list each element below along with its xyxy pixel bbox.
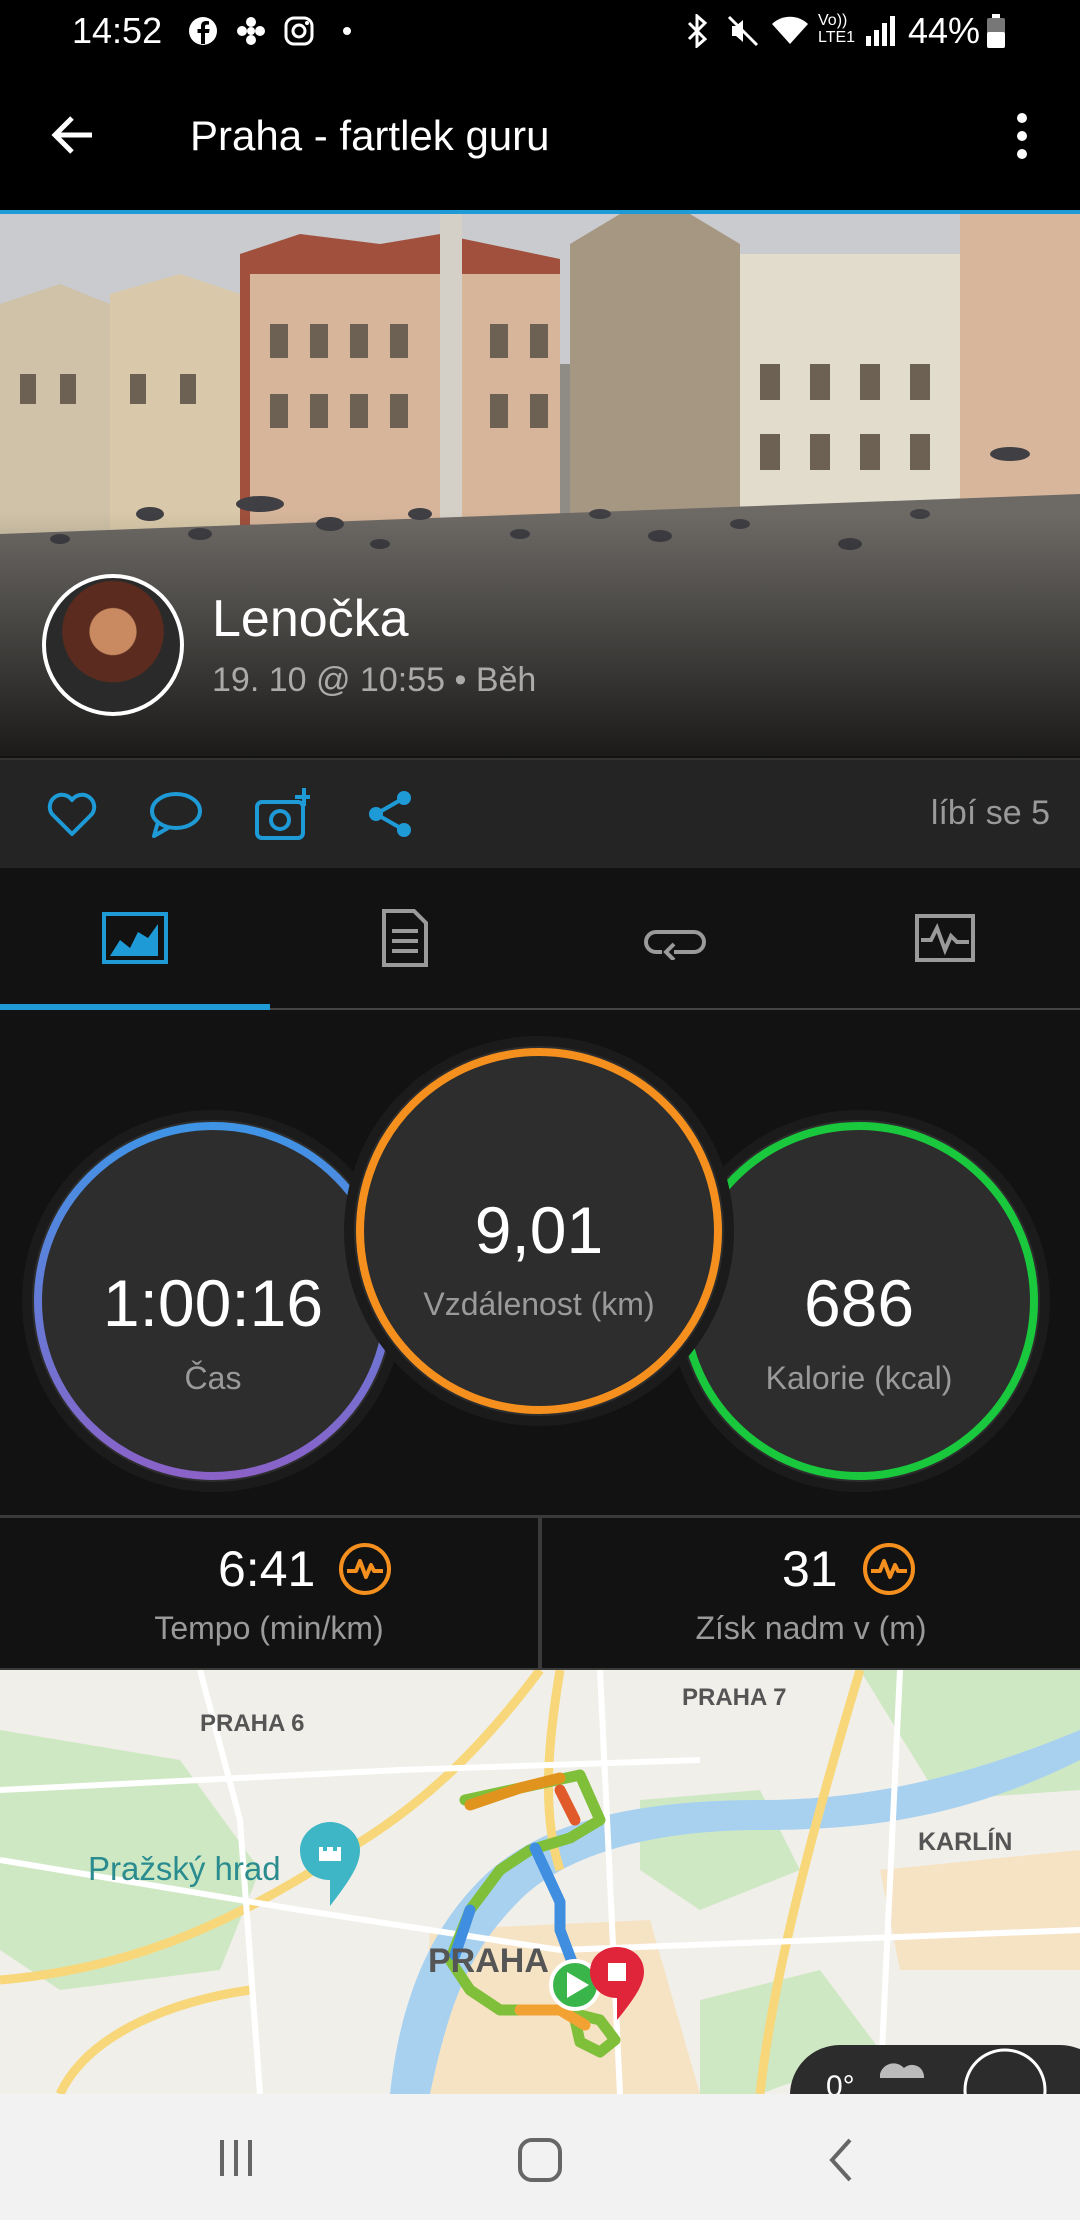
likes-count[interactable]: líbí se 5 [931, 794, 1050, 833]
metrics-panel: 1:00:16 Čas 686 Kalorie (kcal) 9,01 Vzdá… [0, 1010, 1080, 1515]
page-title: Praha - fartlek guru [190, 112, 550, 159]
mute-icon [727, 15, 759, 47]
distance-label: Vzdálenost (km) [423, 1286, 655, 1322]
tab-laps[interactable] [540, 868, 810, 1008]
battery-percentage: 44% [907, 10, 980, 51]
share-icon[interactable] [362, 786, 418, 842]
dot-icon [343, 27, 351, 35]
calories-metric: 686 Kalorie (kcal) [678, 1120, 1040, 1482]
app-bar: Praha - fartlek guru [0, 62, 1080, 214]
map-summary-icon [102, 912, 168, 964]
like-heart-icon[interactable] [44, 786, 100, 842]
activity-cover-photo: Lenočka 19. 10 @ 10:55 • Běh [0, 214, 1080, 756]
recent-apps-icon[interactable] [212, 2138, 262, 2178]
time-metric: 1:00:16 Čas [32, 1120, 394, 1482]
chart-icon [915, 914, 975, 962]
pace-value: 6:41 [218, 1541, 316, 1597]
map-label-praha7: PRAHA 7 [682, 1684, 787, 1711]
laps-icon [644, 930, 706, 960]
volte-icon: Vo)) LTE1 [818, 12, 856, 46]
back-nav-icon[interactable] [822, 2136, 862, 2184]
activity-meta: 19. 10 @ 10:55 • Běh [212, 661, 537, 699]
distance-metric: 9,01 Vzdálenost (km) [354, 1046, 724, 1416]
activity-tabs [0, 868, 1080, 1012]
stats-row: 6:41 Tempo (min/km) 31 Získ nadm v (m) [0, 1515, 1080, 1671]
activity-badge-icon [863, 1543, 915, 1595]
calories-value: 686 [803, 1266, 915, 1340]
status-bar: 14:52 Vo)) LTE1 44% [0, 0, 1080, 62]
user-name[interactable]: Lenočka [212, 589, 409, 649]
back-arrow-icon[interactable] [48, 110, 98, 160]
battery-icon [987, 14, 1005, 48]
map-label-karlin: KARLÍN [918, 1828, 1013, 1856]
distance-value: 9,01 [474, 1193, 604, 1267]
add-photo-icon[interactable] [254, 786, 310, 842]
weather-temperature: 0° [826, 2070, 855, 2094]
signal-icon [866, 16, 895, 46]
comment-icon[interactable] [148, 786, 204, 842]
route-map[interactable]: PRAHA 6 PRAHA 7 KARLÍN Pražský hrad PRAH… [0, 1670, 1080, 2094]
pace-label: Tempo (min/km) [154, 1610, 384, 1646]
map-label-castle: Pražský hrad [88, 1850, 281, 1887]
ascent-label: Získ nadm v (m) [695, 1610, 927, 1646]
status-time: 14:52 [72, 10, 163, 51]
pace-stat[interactable]: 6:41 Tempo (min/km) [0, 1518, 538, 1668]
instagram-icon [284, 16, 314, 46]
system-nav-bar [0, 2094, 1080, 2220]
tab-details[interactable] [270, 868, 540, 1008]
fan-icon [237, 17, 265, 45]
facebook-icon [189, 17, 217, 45]
ascent-stat[interactable]: 31 Získ nadm v (m) [542, 1518, 1080, 1668]
map-label-praha: PRAHA [428, 1942, 549, 1980]
ascent-value: 31 [782, 1541, 838, 1597]
time-value: 1:00:16 [102, 1266, 324, 1340]
tab-charts[interactable] [810, 868, 1080, 1008]
activity-badge-icon [339, 1543, 391, 1595]
avatar[interactable] [42, 574, 184, 716]
time-label: Čas [184, 1360, 242, 1396]
wifi-icon [772, 16, 808, 44]
tab-summary[interactable] [0, 868, 270, 1008]
map-label-praha6: PRAHA 6 [200, 1710, 305, 1737]
more-options-icon[interactable] [1000, 110, 1044, 162]
document-icon [382, 909, 428, 967]
social-actions-bar: líbí se 5 [0, 758, 1080, 870]
bluetooth-icon [687, 14, 708, 48]
home-icon[interactable] [516, 2136, 564, 2184]
calories-label: Kalorie (kcal) [765, 1360, 953, 1396]
